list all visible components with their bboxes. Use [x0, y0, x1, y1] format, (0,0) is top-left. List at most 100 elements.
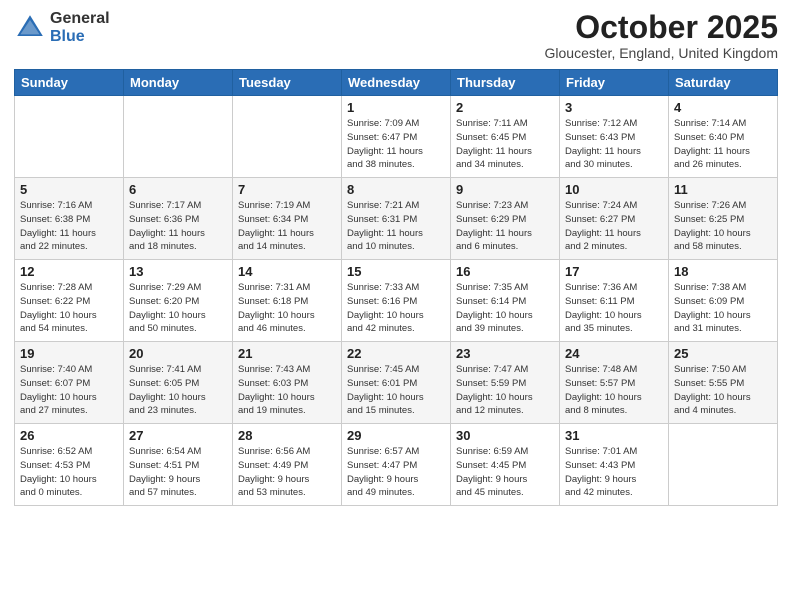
calendar-cell [669, 424, 778, 506]
day-number: 16 [456, 264, 554, 279]
day-info: Sunrise: 7:41 AM Sunset: 6:05 PM Dayligh… [129, 363, 227, 418]
day-info: Sunrise: 7:40 AM Sunset: 6:07 PM Dayligh… [20, 363, 118, 418]
day-info: Sunrise: 6:56 AM Sunset: 4:49 PM Dayligh… [238, 445, 336, 500]
logo-general: General [50, 10, 110, 28]
calendar-week-1: 1 Sunrise: 7:09 AM Sunset: 6:47 PM Daylig… [15, 96, 778, 178]
day-info: Sunrise: 7:38 AM Sunset: 6:09 PM Dayligh… [674, 281, 772, 336]
logo-text: General Blue [50, 10, 110, 45]
calendar-cell: 25Sunrise: 7:50 AM Sunset: 5:55 PM Dayli… [669, 342, 778, 424]
day-info: Sunrise: 6:59 AM Sunset: 4:45 PM Dayligh… [456, 445, 554, 500]
day-info: Sunrise: 7:50 AM Sunset: 5:55 PM Dayligh… [674, 363, 772, 418]
day-number: 7 [238, 182, 336, 197]
day-number: 22 [347, 346, 445, 361]
day-number: 12 [20, 264, 118, 279]
calendar-cell: 19 Sunrise: 7:40 AM Sunset: 6:07 PM Dayli… [15, 342, 124, 424]
calendar-cell: 8 Sunrise: 7:21 AM Sunset: 6:31 PM Daylig… [342, 178, 451, 260]
day-number: 31 [565, 428, 663, 443]
calendar-week-2: 5 Sunrise: 7:16 AM Sunset: 6:38 PM Daylig… [15, 178, 778, 260]
day-number: 21 [238, 346, 336, 361]
day-info: Sunrise: 6:54 AM Sunset: 4:51 PM Dayligh… [129, 445, 227, 500]
calendar-cell: 28 Sunrise: 6:56 AM Sunset: 4:49 PM Dayli… [233, 424, 342, 506]
calendar-cell: 24Sunrise: 7:48 AM Sunset: 5:57 PM Dayli… [560, 342, 669, 424]
calendar-cell [124, 96, 233, 178]
page: General Blue October 2025 Gloucester, En… [0, 0, 792, 612]
day-info: Sunrise: 6:52 AM Sunset: 4:53 PM Dayligh… [20, 445, 118, 500]
day-number: 5 [20, 182, 118, 197]
day-number: 19 [20, 346, 118, 361]
calendar-cell: 1 Sunrise: 7:09 AM Sunset: 6:47 PM Daylig… [342, 96, 451, 178]
day-info: Sunrise: 7:26 AM Sunset: 6:25 PM Dayligh… [674, 199, 772, 254]
calendar-header-monday: Monday [124, 70, 233, 96]
calendar-cell: 23Sunrise: 7:47 AM Sunset: 5:59 PM Dayli… [451, 342, 560, 424]
day-number: 30 [456, 428, 554, 443]
calendar-cell: 9 Sunrise: 7:23 AM Sunset: 6:29 PM Daylig… [451, 178, 560, 260]
calendar-cell: 6 Sunrise: 7:17 AM Sunset: 6:36 PM Daylig… [124, 178, 233, 260]
calendar-cell: 26 Sunrise: 6:52 AM Sunset: 4:53 PM Dayli… [15, 424, 124, 506]
calendar-cell: 16Sunrise: 7:35 AM Sunset: 6:14 PM Dayli… [451, 260, 560, 342]
day-number: 2 [456, 100, 554, 115]
calendar-cell: 22 Sunrise: 7:45 AM Sunset: 6:01 PM Dayli… [342, 342, 451, 424]
calendar-cell: 10 Sunrise: 7:24 AM Sunset: 6:27 PM Dayli… [560, 178, 669, 260]
day-number: 11 [674, 182, 772, 197]
day-number: 6 [129, 182, 227, 197]
day-number: 8 [347, 182, 445, 197]
day-info: Sunrise: 7:01 AM Sunset: 4:43 PM Dayligh… [565, 445, 663, 500]
calendar-cell: 27Sunrise: 6:54 AM Sunset: 4:51 PM Dayli… [124, 424, 233, 506]
logo-icon [14, 12, 46, 44]
calendar-cell: 30 Sunrise: 6:59 AM Sunset: 4:45 PM Dayli… [451, 424, 560, 506]
day-info: Sunrise: 7:19 AM Sunset: 6:34 PM Dayligh… [238, 199, 336, 254]
day-number: 23 [456, 346, 554, 361]
day-info: Sunrise: 7:11 AM Sunset: 6:45 PM Dayligh… [456, 117, 554, 172]
day-info: Sunrise: 7:24 AM Sunset: 6:27 PM Dayligh… [565, 199, 663, 254]
day-info: Sunrise: 7:43 AM Sunset: 6:03 PM Dayligh… [238, 363, 336, 418]
calendar-header-friday: Friday [560, 70, 669, 96]
calendar-cell: 18 Sunrise: 7:38 AM Sunset: 6:09 PM Dayli… [669, 260, 778, 342]
calendar-cell: 31 Sunrise: 7:01 AM Sunset: 4:43 PM Dayli… [560, 424, 669, 506]
day-info: Sunrise: 7:33 AM Sunset: 6:16 PM Dayligh… [347, 281, 445, 336]
calendar-cell: 4Sunrise: 7:14 AM Sunset: 6:40 PM Daylig… [669, 96, 778, 178]
day-info: Sunrise: 7:12 AM Sunset: 6:43 PM Dayligh… [565, 117, 663, 172]
day-info: Sunrise: 7:21 AM Sunset: 6:31 PM Dayligh… [347, 199, 445, 254]
calendar-cell: 7 Sunrise: 7:19 AM Sunset: 6:34 PM Daylig… [233, 178, 342, 260]
calendar-cell: 13Sunrise: 7:29 AM Sunset: 6:20 PM Dayli… [124, 260, 233, 342]
calendar-header-thursday: Thursday [451, 70, 560, 96]
calendar-header-sunday: Sunday [15, 70, 124, 96]
calendar-header-tuesday: Tuesday [233, 70, 342, 96]
day-number: 1 [347, 100, 445, 115]
day-info: Sunrise: 7:14 AM Sunset: 6:40 PM Dayligh… [674, 117, 772, 172]
calendar-cell: 11 Sunrise: 7:26 AM Sunset: 6:25 PM Dayli… [669, 178, 778, 260]
day-number: 29 [347, 428, 445, 443]
day-info: Sunrise: 7:31 AM Sunset: 6:18 PM Dayligh… [238, 281, 336, 336]
calendar-week-4: 19 Sunrise: 7:40 AM Sunset: 6:07 PM Dayli… [15, 342, 778, 424]
calendar-header-row: SundayMondayTuesdayWednesdayThursdayFrid… [15, 70, 778, 96]
day-info: Sunrise: 6:57 AM Sunset: 4:47 PM Dayligh… [347, 445, 445, 500]
day-info: Sunrise: 7:23 AM Sunset: 6:29 PM Dayligh… [456, 199, 554, 254]
calendar-header-wednesday: Wednesday [342, 70, 451, 96]
day-info: Sunrise: 7:28 AM Sunset: 6:22 PM Dayligh… [20, 281, 118, 336]
day-number: 26 [20, 428, 118, 443]
day-number: 15 [347, 264, 445, 279]
day-info: Sunrise: 7:16 AM Sunset: 6:38 PM Dayligh… [20, 199, 118, 254]
day-info: Sunrise: 7:17 AM Sunset: 6:36 PM Dayligh… [129, 199, 227, 254]
day-number: 28 [238, 428, 336, 443]
calendar-cell: 21 Sunrise: 7:43 AM Sunset: 6:03 PM Dayli… [233, 342, 342, 424]
logo-blue: Blue [50, 28, 110, 46]
day-number: 20 [129, 346, 227, 361]
logo: General Blue [14, 10, 110, 45]
calendar-table: SundayMondayTuesdayWednesdayThursdayFrid… [14, 69, 778, 506]
calendar-cell: 17Sunrise: 7:36 AM Sunset: 6:11 PM Dayli… [560, 260, 669, 342]
calendar-cell: 12 Sunrise: 7:28 AM Sunset: 6:22 PM Dayli… [15, 260, 124, 342]
day-number: 18 [674, 264, 772, 279]
location: Gloucester, England, United Kingdom [545, 45, 778, 61]
day-info: Sunrise: 7:45 AM Sunset: 6:01 PM Dayligh… [347, 363, 445, 418]
day-number: 10 [565, 182, 663, 197]
day-info: Sunrise: 7:09 AM Sunset: 6:47 PM Dayligh… [347, 117, 445, 172]
calendar-cell: 29 Sunrise: 6:57 AM Sunset: 4:47 PM Dayli… [342, 424, 451, 506]
day-number: 17 [565, 264, 663, 279]
calendar-cell: 5 Sunrise: 7:16 AM Sunset: 6:38 PM Daylig… [15, 178, 124, 260]
calendar-cell: 2 Sunrise: 7:11 AM Sunset: 6:45 PM Daylig… [451, 96, 560, 178]
day-info: Sunrise: 7:48 AM Sunset: 5:57 PM Dayligh… [565, 363, 663, 418]
day-number: 9 [456, 182, 554, 197]
day-number: 13 [129, 264, 227, 279]
calendar-cell: 14Sunrise: 7:31 AM Sunset: 6:18 PM Dayli… [233, 260, 342, 342]
